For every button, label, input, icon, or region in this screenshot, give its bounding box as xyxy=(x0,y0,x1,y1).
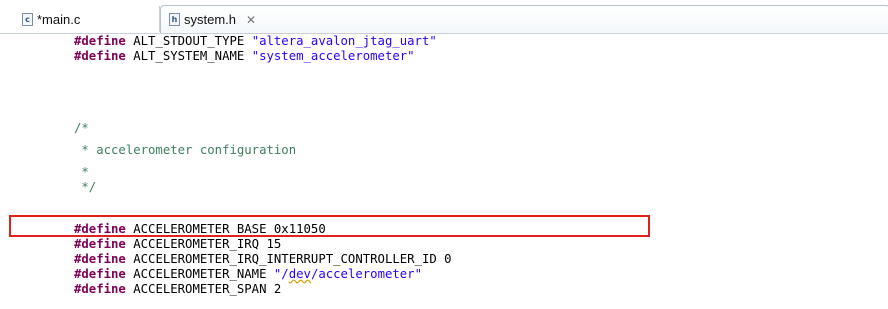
close-icon[interactable]: ✕ xyxy=(246,13,256,27)
code-line-accelerometer-base: #define ACCELEROMETER_BASE 0x11050 xyxy=(74,222,326,237)
code-editor[interactable]: #define ALT_STDOUT_TYPE "altera_avalon_j… xyxy=(0,34,888,309)
macro-name: ALT_SYSTEM_NAME xyxy=(125,49,252,63)
preprocessor-keyword: #define xyxy=(74,267,126,281)
comment-line: */ xyxy=(74,180,97,194)
string-part: /accelerometer" xyxy=(310,267,422,281)
code-line: #define ACCELEROMETER_SPAN 2 xyxy=(74,282,281,297)
code-line: #define ACCELEROMETER_NAME "/dev/acceler… xyxy=(74,267,422,282)
tab-system-h[interactable]: h system.h ✕ xyxy=(160,5,888,33)
h-file-icon: h xyxy=(169,13,180,26)
string-literal: "altera_avalon_jtag_uart" xyxy=(251,34,437,48)
macro-definition: ACCELEROMETER_IRQ_INTERRUPT_CONTROLLER_I… xyxy=(125,252,452,266)
macro-definition: ACCELEROMETER_BASE 0x11050 xyxy=(125,222,326,236)
code-line: #define ALT_SYSTEM_NAME "system_accelero… xyxy=(74,49,415,64)
code-line: #define ACCELEROMETER_IRQ 15 xyxy=(74,237,281,252)
macro-definition: ACCELEROMETER_IRQ 15 xyxy=(125,237,282,251)
macro-name: ALT_STDOUT_TYPE xyxy=(125,34,252,48)
c-file-icon: c xyxy=(22,12,33,26)
tab-main-c[interactable]: c *main.c xyxy=(18,5,158,33)
preprocessor-keyword: #define xyxy=(74,49,126,63)
code-line: #define ACCELEROMETER_IRQ_INTERRUPT_CONT… xyxy=(74,252,452,267)
comment-line: * xyxy=(74,165,89,179)
comment-line: /* xyxy=(74,121,89,135)
code-line: #define ALT_STDOUT_TYPE "altera_avalon_j… xyxy=(74,34,437,49)
tab-label: system.h xyxy=(184,12,237,27)
comment-line: * accelerometer configuration xyxy=(74,143,297,157)
string-literal: "/dev/accelerometer" xyxy=(274,267,422,281)
preprocessor-keyword: #define xyxy=(74,282,126,296)
editor-tab-bar: c *main.c h system.h ✕ xyxy=(0,0,888,34)
preprocessor-keyword: #define xyxy=(74,34,126,48)
preprocessor-keyword: #define xyxy=(74,237,126,251)
preprocessor-keyword: #define xyxy=(74,222,126,236)
string-literal: "system_accelerometer" xyxy=(251,49,415,63)
macro-name: ACCELEROMETER_NAME xyxy=(125,267,274,281)
preprocessor-keyword: #define xyxy=(74,252,126,266)
spelling-warning: dev xyxy=(288,267,311,281)
macro-definition: ACCELEROMETER_SPAN 2 xyxy=(125,282,282,296)
string-part: "/ xyxy=(273,267,289,281)
tab-label: *main.c xyxy=(37,11,81,27)
